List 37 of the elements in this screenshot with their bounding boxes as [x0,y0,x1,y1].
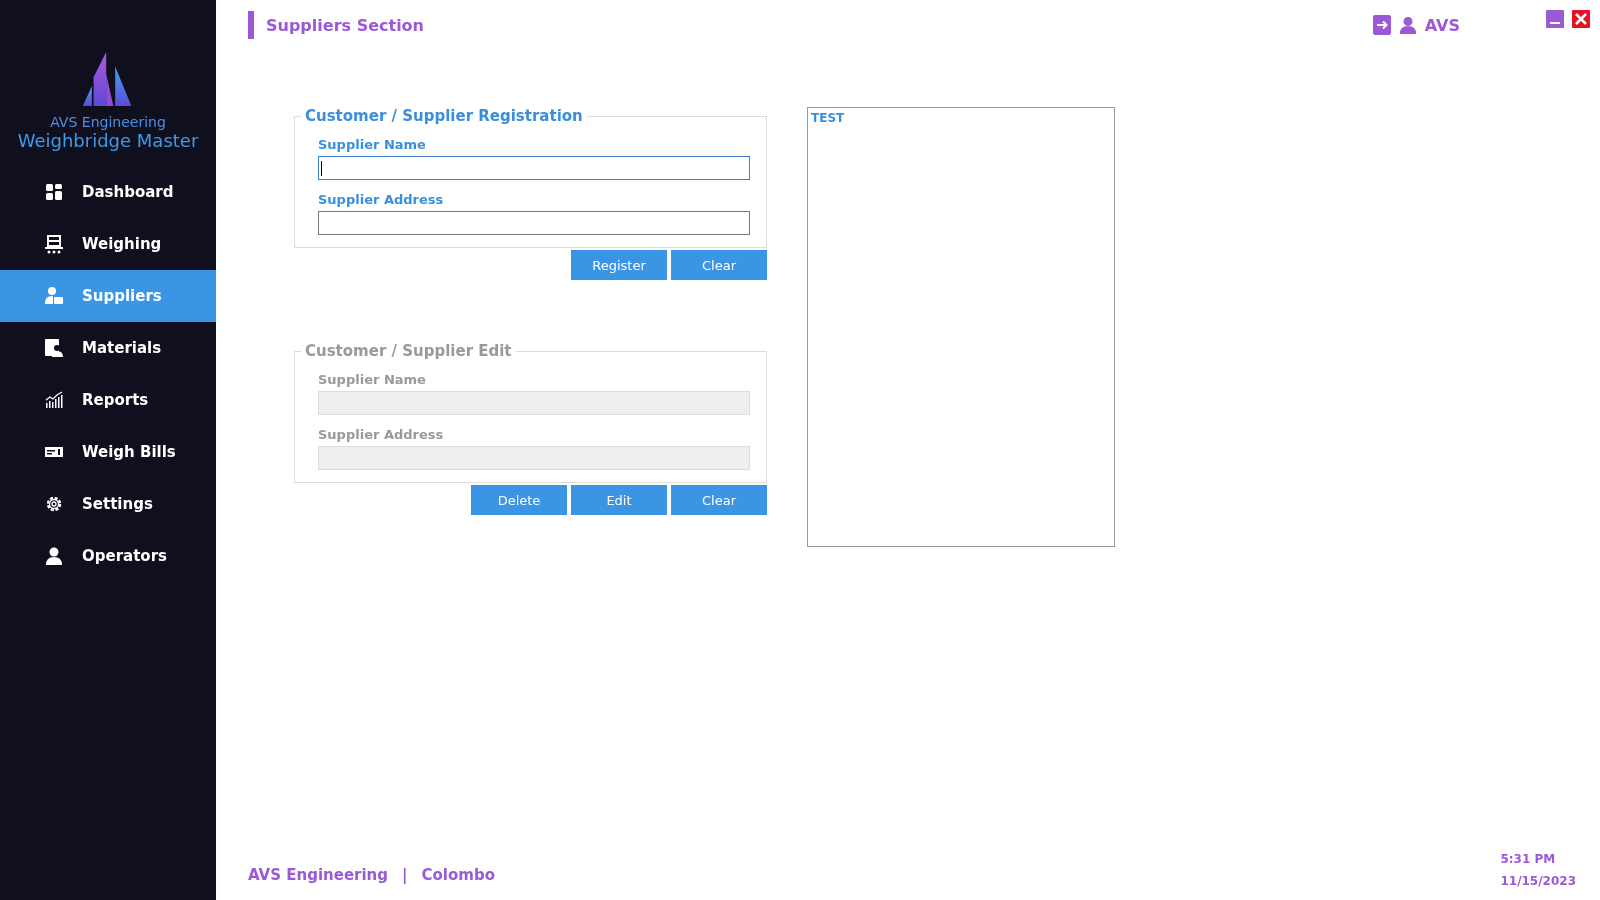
logout-icon[interactable] [1372,15,1391,35]
footer-company: AVS Engineering [248,866,388,884]
nav-item[interactable]: Weighing [0,218,216,270]
nav-item[interactable]: Weigh Bills [0,426,216,478]
materials-icon [44,338,64,358]
field-label: Supplier Address [318,427,445,442]
product-name: Weighbridge Master [17,130,199,151]
user-icon [1398,15,1417,35]
field-label: Supplier Name [318,372,427,387]
bar-chart-icon [44,390,64,410]
user-box-icon [44,286,64,306]
dashboard-icon [44,182,64,202]
text-cursor [321,160,322,176]
footer-city: Colombo [421,866,495,884]
title-accent-bar [248,11,254,39]
nav-item[interactable]: Reports [0,374,216,426]
field-label: Supplier Name [318,137,427,152]
user-name: AVS [1424,15,1460,35]
time-text: 5:31 PM [1500,852,1557,866]
input-field[interactable] [318,156,750,180]
truck-scale-icon [44,234,64,254]
nav-item[interactable]: Operators [0,530,216,582]
nav-item[interactable]: Settings [0,478,216,530]
close-icon[interactable] [1572,10,1590,28]
field-label: Supplier Address [318,192,445,207]
form-group-title: Customer / Supplier Registration [304,107,584,125]
company-name: AVS Engineering [50,114,166,130]
minimize-icon[interactable] [1546,10,1564,28]
nav-item[interactable]: Materials [0,322,216,374]
settings-icon [44,494,64,514]
input-field[interactable] [318,211,750,235]
form-group-title: Customer / Supplier Edit [304,342,513,360]
date-text: 11/15/2023 [1500,874,1576,888]
user-icon [44,546,64,566]
nav-item[interactable]: Dashboard [0,166,216,218]
footer-separator: | [402,866,408,884]
section-title: Suppliers Section [266,15,424,35]
